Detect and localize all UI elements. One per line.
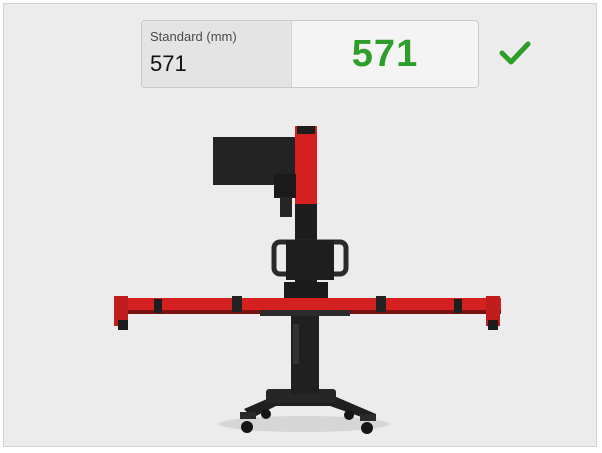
calibration-view: Standard (mm) 571 571 — [3, 3, 597, 447]
calibration-frame-image — [114, 126, 501, 434]
cross-beam — [116, 298, 501, 312]
